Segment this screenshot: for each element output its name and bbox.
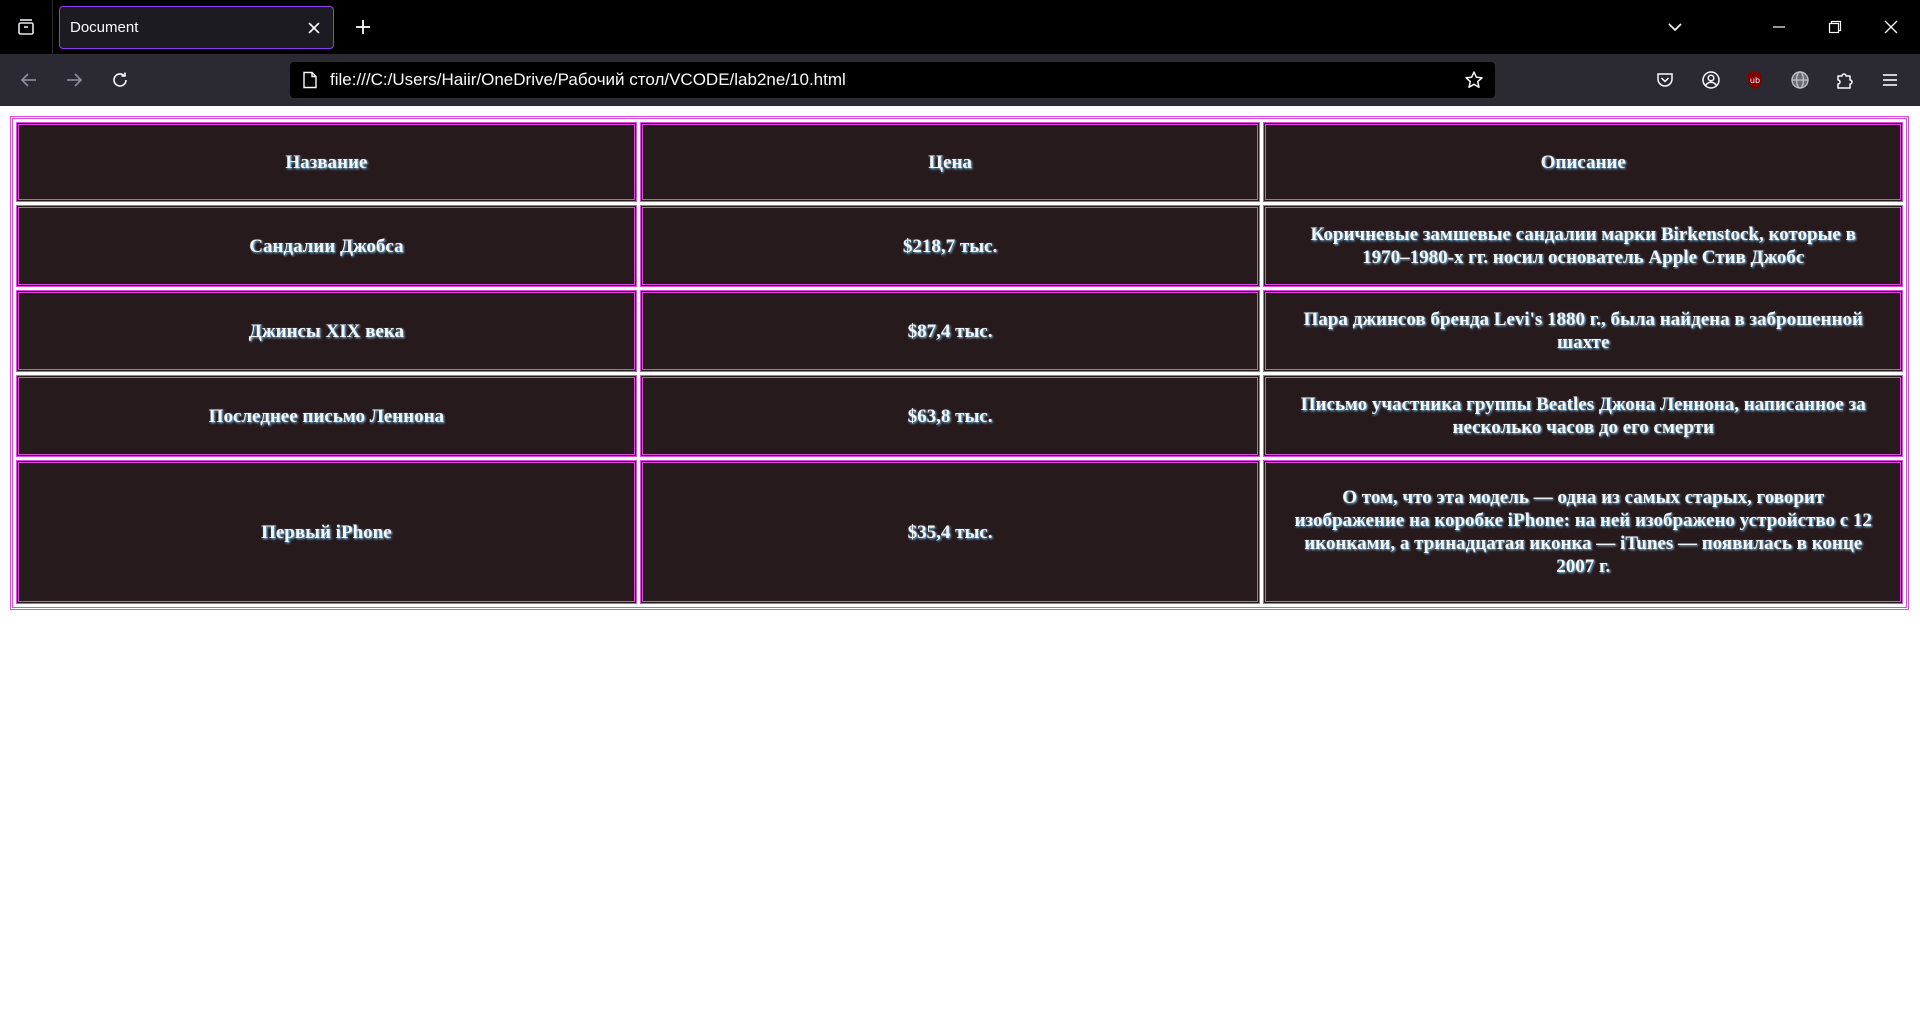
close-tab-button[interactable] [301, 15, 327, 41]
cell-description: Коричневые замшевые сандалии марки Birke… [1263, 205, 1903, 287]
svg-text:ub: ub [1750, 76, 1760, 85]
vpn-extension-button[interactable] [1785, 65, 1815, 95]
tab-title: Document [70, 19, 139, 36]
cell-description: О том, что эта модель — одна из самых ст… [1263, 460, 1903, 604]
navigation-toolbar: file:///C:/Users/Haiir/OneDrive/Рабочий … [0, 54, 1920, 106]
globe-icon [1790, 70, 1810, 90]
extensions-button[interactable] [1830, 65, 1860, 95]
pocket-icon [1656, 71, 1674, 89]
tab-document[interactable]: Document [59, 6, 334, 49]
table-row: Первый iPhone $35,4 тыс. О том, что эта … [16, 460, 1903, 604]
puzzle-icon [1835, 70, 1855, 90]
cell-price: $63,8 тыс. [639, 375, 1261, 457]
cell-name: Первый iPhone [16, 460, 637, 604]
url-text[interactable]: file:///C:/Users/Haiir/OneDrive/Рабочий … [330, 62, 846, 98]
forward-button[interactable] [57, 63, 91, 97]
back-button[interactable] [12, 63, 46, 97]
reload-button[interactable] [103, 63, 137, 97]
account-icon [1701, 70, 1721, 90]
chevron-down-icon [1667, 19, 1683, 35]
plus-icon [354, 18, 372, 36]
arrow-left-icon [20, 71, 38, 89]
header-name: Название [16, 122, 637, 202]
address-bar[interactable]: file:///C:/Users/Haiir/OneDrive/Рабочий … [290, 62, 1495, 98]
table-row: Сандалии Джобса $218,7 тыс. Коричневые з… [16, 205, 1903, 287]
cell-name: Сандалии Джобса [16, 205, 637, 287]
close-icon [1884, 20, 1898, 34]
cell-price: $87,4 тыс. [639, 290, 1261, 372]
close-icon [307, 21, 321, 35]
restore-button[interactable] [1808, 0, 1862, 54]
restore-icon [1828, 20, 1842, 34]
page-icon [298, 68, 322, 92]
tab-manager-icon [16, 17, 36, 37]
tab-list-dropdown-button[interactable] [1648, 0, 1702, 54]
ublock-extension-button[interactable]: ub [1740, 65, 1770, 95]
cell-price: $35,4 тыс. [639, 460, 1261, 604]
arrow-right-icon [65, 71, 83, 89]
hamburger-menu-icon [1881, 71, 1899, 89]
menu-button[interactable] [1875, 65, 1905, 95]
cell-price: $218,7 тыс. [639, 205, 1261, 287]
cell-name: Джинсы XIX века [16, 290, 637, 372]
cell-description: Пара джинсов бренда Levi's 1880 г., была… [1263, 290, 1903, 372]
bookmark-button[interactable] [1461, 67, 1487, 93]
account-button[interactable] [1696, 65, 1726, 95]
new-tab-button[interactable] [348, 12, 378, 42]
cell-description: Письмо участника группы Beatles Джона Ле… [1263, 375, 1903, 457]
list-all-tabs-button[interactable] [0, 0, 53, 54]
minimize-button[interactable] [1752, 0, 1806, 54]
star-icon [1464, 70, 1484, 90]
table-row: Последнее письмо Леннона $63,8 тыс. Пись… [16, 375, 1903, 457]
page-viewport: Название Цена Описание Сандалии Джобса $… [0, 106, 1920, 1020]
tab-bar: Document [0, 0, 1920, 54]
minimize-icon [1772, 20, 1786, 34]
pocket-button[interactable] [1650, 65, 1680, 95]
close-window-button[interactable] [1864, 0, 1918, 54]
auction-prices-table: Название Цена Описание Сандалии Джобса $… [10, 116, 1909, 610]
reload-icon [111, 71, 129, 89]
header-description: Описание [1263, 122, 1903, 202]
ublock-shield-icon: ub [1746, 70, 1764, 90]
cell-name: Последнее письмо Леннона [16, 375, 637, 457]
header-price: Цена [639, 122, 1261, 202]
table-row: Джинсы XIX века $87,4 тыс. Пара джинсов … [16, 290, 1903, 372]
table-header-row: Название Цена Описание [16, 122, 1903, 202]
